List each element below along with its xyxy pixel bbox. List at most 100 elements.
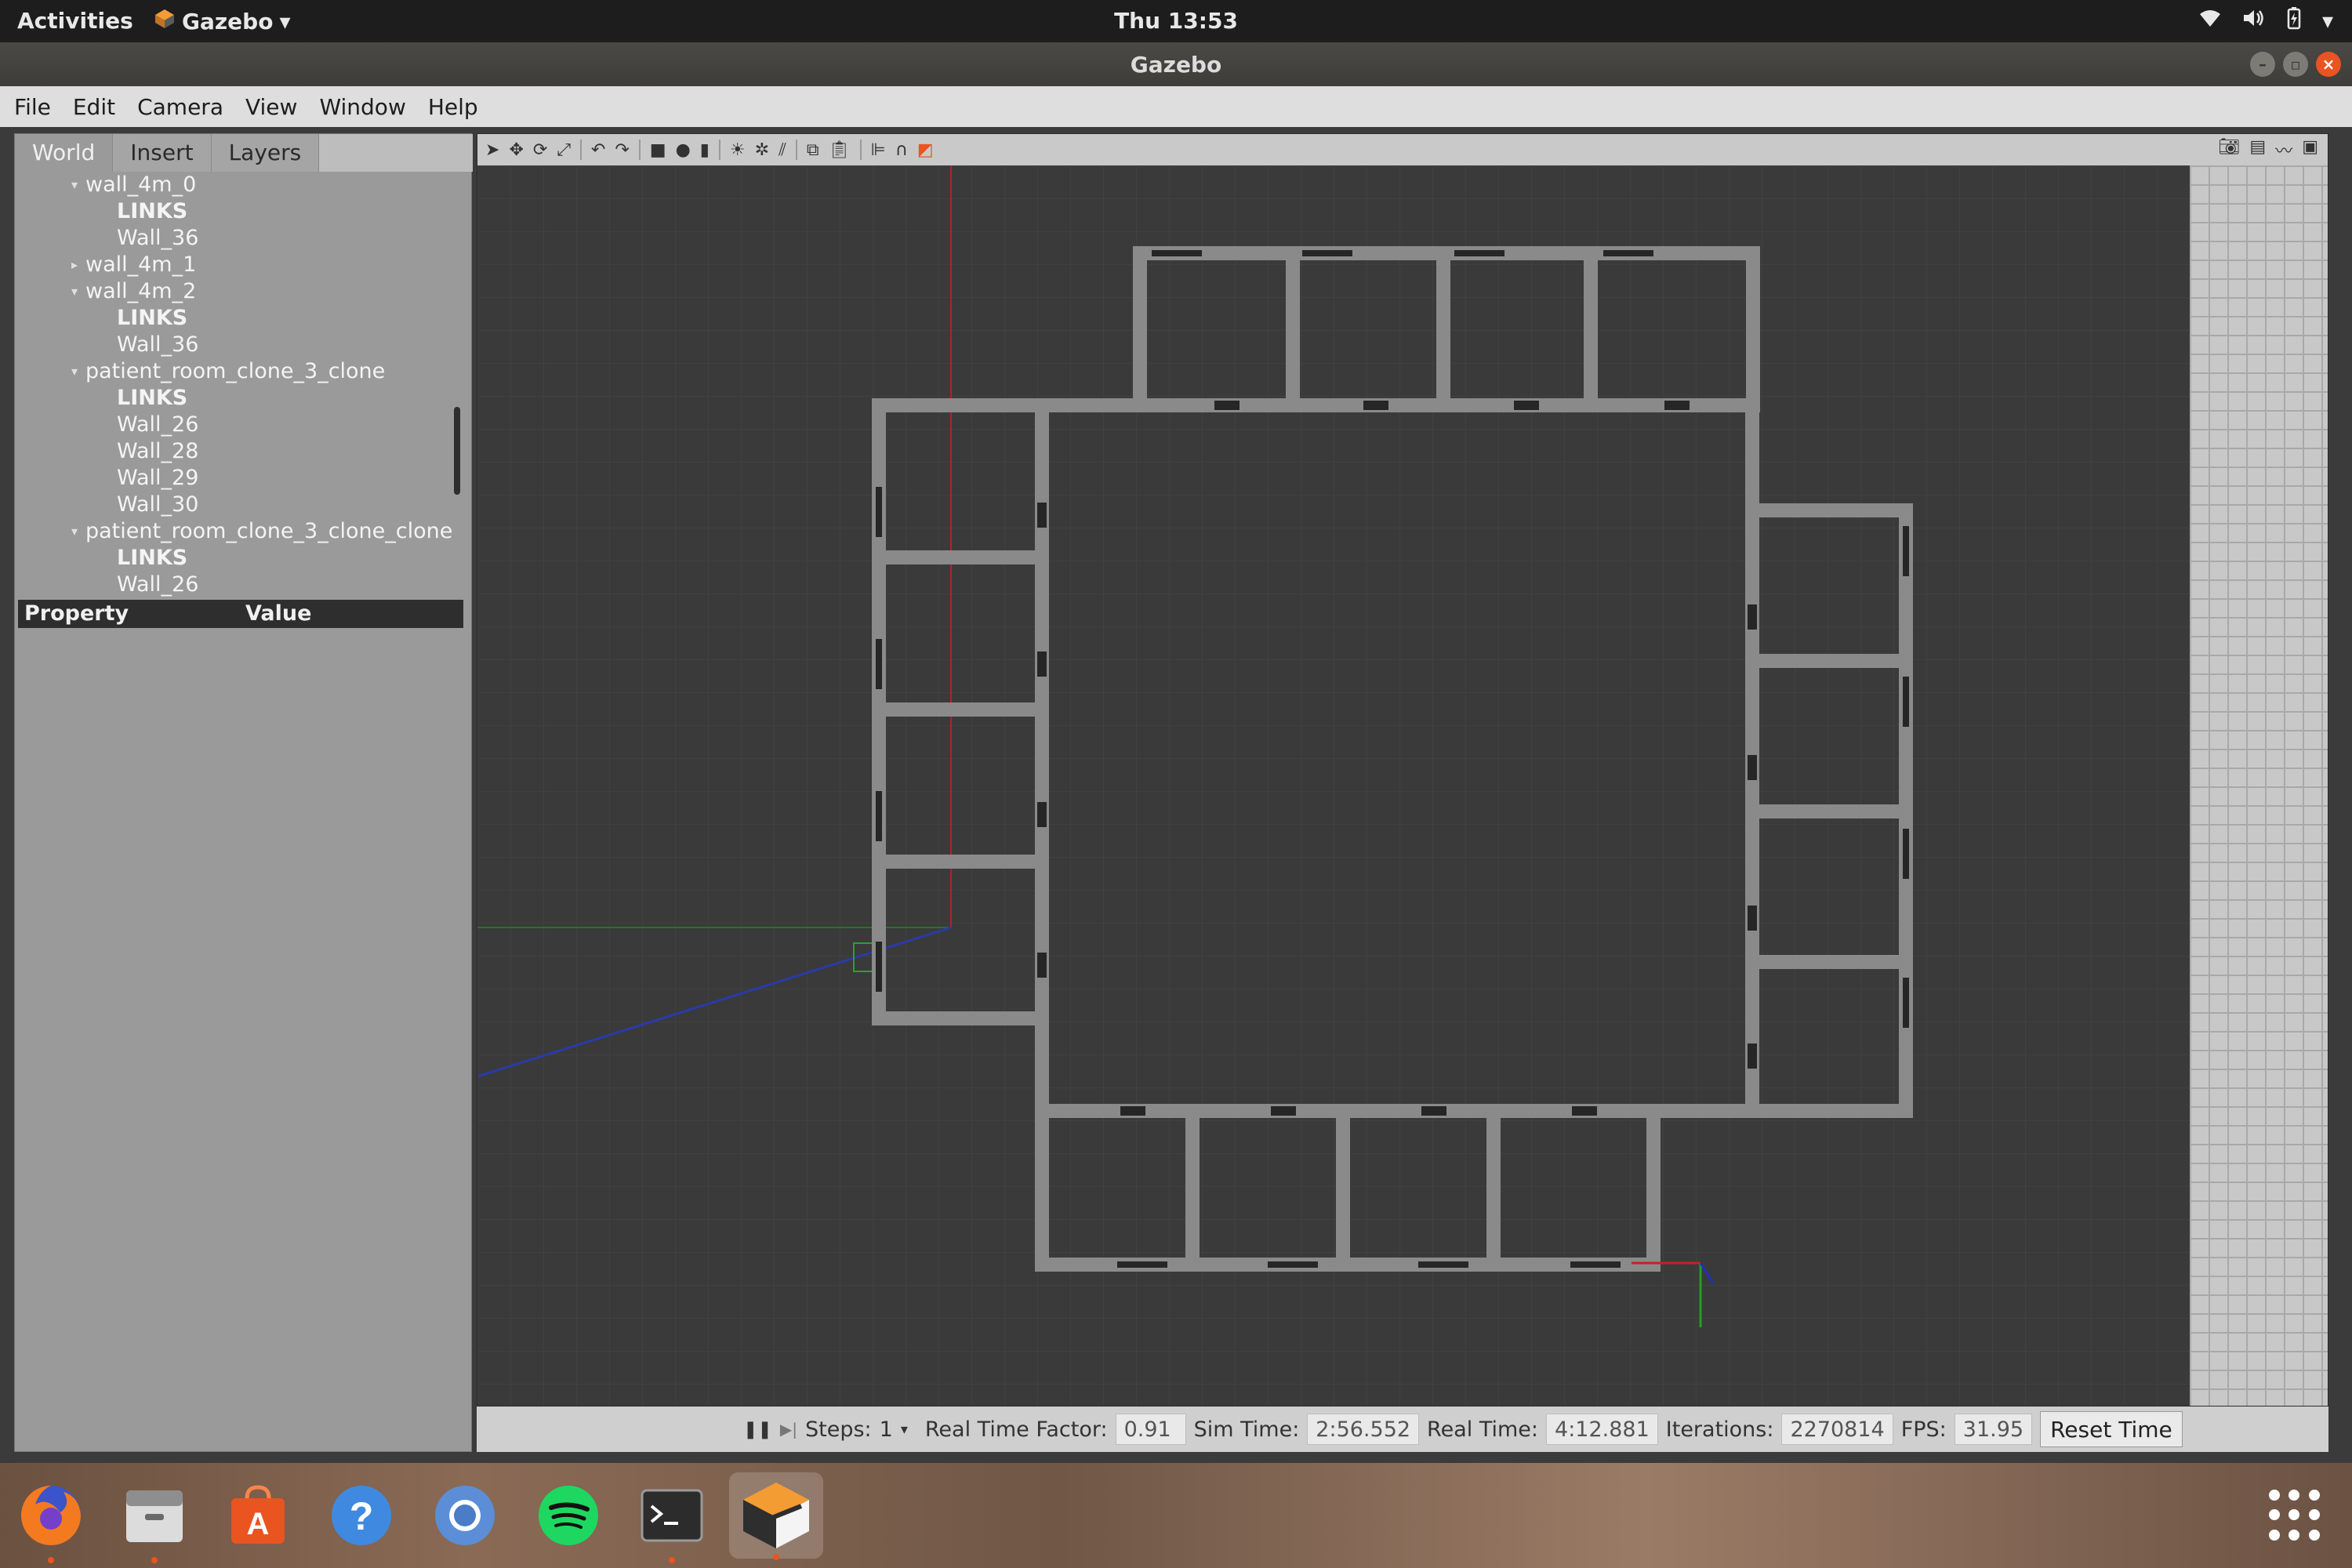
spotify-icon [539, 1486, 598, 1545]
undo-icon[interactable]: ↶ [591, 140, 605, 160]
running-indicator [669, 1557, 675, 1563]
dock-firefox[interactable] [16, 1480, 86, 1563]
scale-mode-icon[interactable]: ⤢ [557, 140, 571, 160]
dock-terminal[interactable] [637, 1480, 707, 1563]
tree-item-label: Wall_29 [117, 466, 199, 490]
activities-button[interactable]: Activities [17, 8, 133, 34]
redo-icon[interactable]: ↷ [615, 140, 629, 160]
tree-model-item[interactable]: ▾ patient_room_clone_3_clone_clone [15, 518, 473, 545]
3d-scene[interactable] [477, 165, 2328, 1406]
minimize-button[interactable]: – [2250, 52, 2275, 77]
tree-child-item[interactable]: Wall_36 [15, 332, 473, 358]
tree-child-item[interactable]: LINKS [15, 545, 473, 572]
clock[interactable]: Thu 13:53 [1114, 8, 1238, 34]
tree-model-item[interactable]: ▸ wall_4m_1 [15, 252, 473, 278]
tree-child-item[interactable]: Wall_29 [15, 465, 473, 492]
plot-icon[interactable]: 〰 [2275, 137, 2292, 162]
app-name: Gazebo [182, 9, 274, 34]
app-menu[interactable]: Gazebo ▾ [154, 8, 291, 35]
select-mode-icon[interactable]: ➤ [485, 140, 499, 160]
tree-scrollbar[interactable] [454, 407, 460, 495]
chevron-down-icon[interactable]: ▾ [67, 278, 82, 305]
tab-layers[interactable]: Layers [211, 134, 320, 172]
tree-item-label: Wall_26 [117, 412, 199, 437]
chevron-down-icon: ▾ [279, 9, 291, 34]
fps-value: 31.95 [1954, 1414, 2033, 1445]
menu-camera[interactable]: Camera [137, 94, 223, 120]
change-view-icon[interactable]: ◩ [917, 140, 934, 160]
tree-child-item[interactable]: LINKS [15, 198, 473, 225]
svg-text:?: ? [350, 1494, 374, 1538]
tree-child-item[interactable]: Wall_28 [15, 438, 473, 465]
battery-icon [2286, 6, 2302, 35]
box-shape-icon[interactable]: ■ [650, 140, 666, 160]
dock-software[interactable]: A [223, 1480, 293, 1551]
menu-edit[interactable]: Edit [73, 94, 115, 120]
tree-item-label: wall_4m_0 [85, 172, 197, 197]
files-icon [126, 1490, 183, 1542]
window-title-bar[interactable]: Gazebo – ▫ × [0, 42, 2352, 86]
real-time-label: Real Time: [1427, 1417, 1539, 1442]
chromium-icon [435, 1486, 495, 1545]
tree-child-item[interactable]: Wall_26 [15, 572, 473, 598]
steps-spinner-icon[interactable]: ▾ [901, 1421, 908, 1438]
tree-child-item[interactable]: Wall_26 [15, 412, 473, 438]
svg-text:A: A [247, 1507, 270, 1541]
chevron-down-icon[interactable]: ▾ [67, 358, 82, 385]
menu-file[interactable]: File [14, 94, 51, 120]
video-record-icon[interactable]: ▣ [2302, 137, 2318, 162]
chevron-down-icon[interactable]: ▾ [67, 518, 82, 545]
dock-chromium[interactable] [430, 1480, 500, 1551]
menu-view[interactable]: View [245, 94, 297, 120]
show-applications-button[interactable] [2269, 1490, 2321, 1541]
dock-help[interactable]: ? [326, 1480, 397, 1551]
tree-child-item[interactable]: Wall_36 [15, 225, 473, 252]
maximize-button[interactable]: ▫ [2283, 52, 2308, 77]
sim-time-value: 2:56.552 [1307, 1414, 1420, 1445]
dock-gazebo[interactable] [729, 1472, 823, 1560]
spot-light-icon[interactable]: ✲ [755, 140, 769, 160]
steps-value[interactable]: 1 [880, 1417, 893, 1442]
step-button[interactable]: ▶| [780, 1420, 797, 1439]
tree-child-item[interactable]: Wall_30 [15, 492, 473, 518]
cylinder-shape-icon[interactable]: ▮ [700, 140, 710, 160]
dock-files[interactable] [119, 1480, 190, 1563]
pause-button[interactable]: ❚❚ [743, 1420, 772, 1439]
tree-model-item[interactable]: ▾ patient_room_clone_3_clone [15, 358, 473, 385]
close-button[interactable]: × [2316, 52, 2341, 77]
dock-spotify[interactable] [533, 1480, 604, 1551]
snap-icon[interactable]: ∩ [895, 140, 908, 160]
screenshot-icon[interactable]: 📷︎ [2218, 137, 2240, 162]
tree-model-item[interactable]: ▾ wall_4m_0 [15, 172, 473, 198]
tree-item-label: wall_4m_2 [85, 279, 197, 303]
toolbar-separator [718, 140, 720, 160]
scene-viewport[interactable]: ➤ ✥ ⟳ ⤢ ↶ ↷ ■ ● ▮ ☀ ✲ ⫽ ⧉ 📋︎ ⊫ ∩ ◩ 📷︎ ▤ [477, 133, 2328, 1406]
menu-help[interactable]: Help [428, 94, 478, 120]
system-tray[interactable]: ▾ [2198, 6, 2333, 35]
side-grid-panel [2190, 165, 2328, 1406]
iterations-label: Iterations: [1665, 1417, 1774, 1442]
rotate-mode-icon[interactable]: ⟳ [533, 140, 547, 160]
align-icon[interactable]: ⊫ [871, 140, 886, 160]
translate-mode-icon[interactable]: ✥ [509, 140, 523, 160]
log-icon[interactable]: ▤ [2249, 137, 2266, 162]
point-light-icon[interactable]: ☀ [730, 140, 746, 160]
sphere-shape-icon[interactable]: ● [676, 140, 691, 160]
directional-light-icon[interactable]: ⫽ [779, 140, 786, 160]
tab-world[interactable]: World [15, 134, 114, 172]
chevron-right-icon[interactable]: ▸ [67, 252, 82, 278]
running-indicator [773, 1554, 779, 1560]
tree-child-item[interactable]: LINKS [15, 305, 473, 332]
copy-icon[interactable]: ⧉ [807, 140, 819, 160]
menu-window[interactable]: Window [319, 94, 405, 120]
tree-model-item[interactable]: ▾ wall_4m_2 [15, 278, 473, 305]
reset-time-button[interactable]: Reset Time [2040, 1411, 2183, 1447]
toolbar-separator [579, 140, 582, 160]
terminal-icon [641, 1489, 703, 1542]
tree-child-item[interactable]: LINKS [15, 385, 473, 412]
chevron-down-icon[interactable]: ▾ [67, 172, 82, 198]
world-tree[interactable]: ▾ wall_4m_0 LINKS Wall_36 ▸ wall_4m_1 ▾ wall_4m… [15, 172, 473, 598]
paste-icon[interactable]: 📋︎ [829, 140, 851, 160]
toolbar-separator [795, 140, 797, 160]
tab-insert[interactable]: Insert [113, 134, 212, 172]
